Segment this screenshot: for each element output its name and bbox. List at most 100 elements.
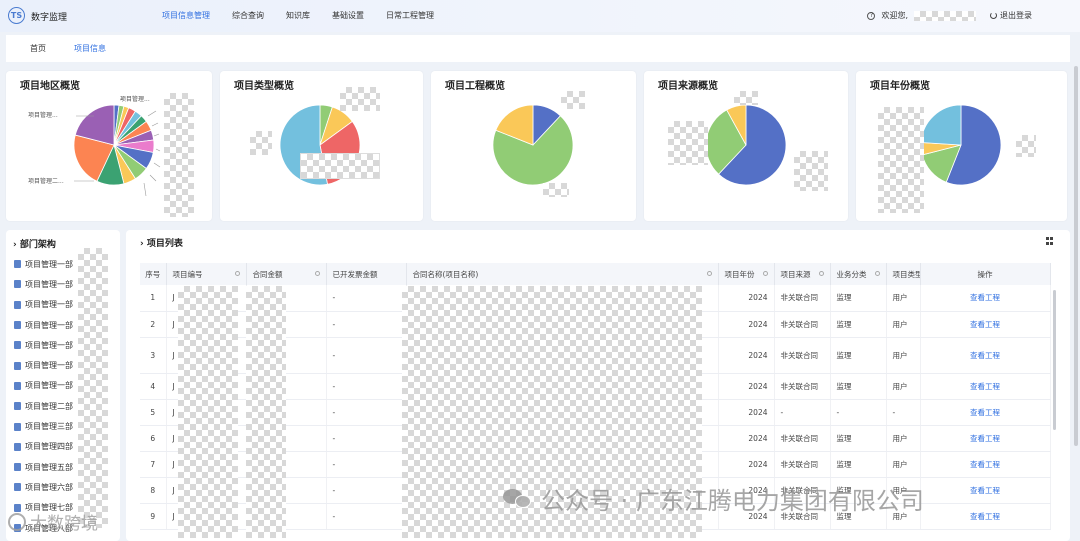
watermark-logo-icon (8, 512, 26, 531)
page-scrollbar[interactable] (1074, 66, 1078, 446)
cell-category: 监理 (830, 337, 887, 374)
help-icon[interactable]: ? (867, 11, 876, 20)
document-icon (14, 361, 21, 370)
cell-no: 2 (140, 311, 167, 338)
cell-category: 监理 (830, 373, 887, 400)
cell-no: 8 (140, 477, 167, 504)
nav-project-info[interactable]: 项目信息管理 (162, 10, 210, 21)
cell-action[interactable]: 查看工程 (920, 451, 1051, 478)
cell-year: 2024 (718, 425, 775, 452)
cell-category: 监理 (830, 425, 887, 452)
cell-no: 3 (140, 337, 167, 374)
redacted-labels (250, 131, 272, 155)
search-icon[interactable] (706, 271, 712, 276)
top-bar: TS 数字监理 项目信息管理 综合查询 知识库 基础设置 日常工程管理 ? 欢迎… (0, 0, 1080, 32)
cell-no: 6 (140, 425, 167, 452)
cell-type: 用户 (886, 311, 921, 338)
col-header-contract-name[interactable]: 合同名称(项目名称) (406, 263, 719, 285)
col-header-amount-label: 合同金额 (252, 269, 283, 279)
cell-action[interactable]: 查看工程 (920, 311, 1051, 338)
cell-source: 非关联合同 (774, 285, 831, 312)
grid-view-icon[interactable] (1046, 237, 1054, 245)
redacted-amounts (246, 286, 286, 538)
cell-category: 监理 (830, 451, 887, 478)
dept-item-label: 项目管理五部 (25, 462, 73, 472)
cell-action[interactable]: 查看工程 (920, 503, 1051, 530)
cell-type: 用户 (886, 285, 921, 312)
dept-item-label: 项目管理四部 (25, 442, 73, 452)
cell-no: 1 (140, 285, 167, 312)
tab-home[interactable]: 首页 (30, 43, 46, 54)
cell-no: 9 (140, 503, 167, 530)
document-icon (14, 280, 21, 289)
logout-button[interactable]: 退出登录 (990, 10, 1032, 21)
card-engineering-overview: 项目工程概览 (431, 71, 636, 221)
cell-source: - (774, 399, 831, 426)
col-header-amount[interactable]: 合同金额 (246, 263, 327, 285)
cell-source: 非关联合同 (774, 311, 831, 338)
year-pie-slice-3[interactable] (920, 104, 962, 146)
power-icon (990, 12, 997, 19)
col-header-contract-name-label: 合同名称(项目名称) (412, 269, 479, 279)
document-icon (14, 463, 21, 472)
redacted-username (914, 10, 976, 21)
document-icon (14, 341, 21, 350)
dept-item-label: 项目管理一部 (25, 279, 73, 289)
col-header-code[interactable]: 项目编号 (166, 263, 247, 285)
cell-action[interactable]: 查看工程 (920, 399, 1051, 426)
cell-invoice: - (326, 399, 407, 426)
card-source-overview: 项目来源概览 (644, 71, 848, 221)
redacted-dept-names (78, 248, 108, 528)
nav-daily-engineering[interactable]: 日常工程管理 (386, 10, 434, 21)
project-list-title: › 项目列表 (140, 236, 183, 249)
redacted-labels (543, 183, 569, 197)
watermark-secondary: 大数跨境 (8, 509, 98, 534)
watermark-main-text: 公众号 · 广东江腾电力集团有限公司 (541, 487, 924, 515)
caret-icon: › (140, 239, 147, 249)
redacted-labels (164, 93, 194, 217)
tab-project-info[interactable]: 项目信息 (74, 43, 106, 54)
search-icon[interactable] (314, 271, 320, 276)
nav-query[interactable]: 综合查询 (232, 10, 264, 21)
cell-invoice: - (326, 451, 407, 478)
card-year-overview: 项目年份概览 (856, 71, 1067, 221)
search-icon[interactable] (234, 271, 240, 276)
main-nav: 项目信息管理 综合查询 知识库 基础设置 日常工程管理 (162, 10, 456, 21)
region-label-left: 项目管理... (28, 111, 58, 119)
search-icon[interactable] (818, 271, 824, 276)
col-header-source[interactable]: 项目来源 (774, 263, 831, 285)
department-title-text: 部门架构 (19, 240, 56, 250)
cell-action[interactable]: 查看工程 (920, 337, 1051, 374)
redacted-labels (1016, 135, 1036, 157)
document-icon (14, 483, 21, 492)
dept-item-label: 项目管理一部 (25, 300, 73, 310)
col-header-code-label: 项目编号 (172, 269, 203, 279)
cell-action[interactable]: 查看工程 (920, 477, 1051, 504)
dept-item-label: 项目管理三部 (25, 422, 73, 432)
document-icon (14, 402, 21, 411)
wechat-icon (503, 487, 533, 511)
welcome-text: 欢迎您, (881, 11, 908, 20)
card-region-overview: 项目地区概览 项目管理... 项目管理... 项目管理二... (6, 71, 212, 221)
cell-action[interactable]: 查看工程 (920, 373, 1051, 400)
col-header-year[interactable]: 项目年份 (718, 263, 775, 285)
cell-action[interactable]: 查看工程 (920, 285, 1051, 312)
search-icon[interactable] (762, 271, 768, 276)
cell-action[interactable]: 查看工程 (920, 425, 1051, 452)
cell-source: 非关联合同 (774, 373, 831, 400)
logout-label: 退出登录 (1000, 11, 1032, 20)
search-icon[interactable] (874, 271, 880, 276)
dept-item-label: 项目管理一部 (25, 320, 73, 330)
cell-category: 监理 (830, 285, 887, 312)
table-scrollbar[interactable] (1053, 290, 1056, 430)
document-icon (14, 381, 21, 390)
cell-invoice: - (326, 285, 407, 312)
nav-knowledge[interactable]: 知识库 (286, 10, 310, 21)
region-label-top: 项目管理... (120, 95, 150, 103)
year-pie (920, 104, 1002, 186)
col-header-category[interactable]: 业务分类 (830, 263, 887, 285)
nav-settings[interactable]: 基础设置 (332, 10, 364, 21)
cell-year: 2024 (718, 399, 775, 426)
dept-item-label: 项目管理一部 (25, 340, 73, 350)
cell-invoice: - (326, 311, 407, 338)
